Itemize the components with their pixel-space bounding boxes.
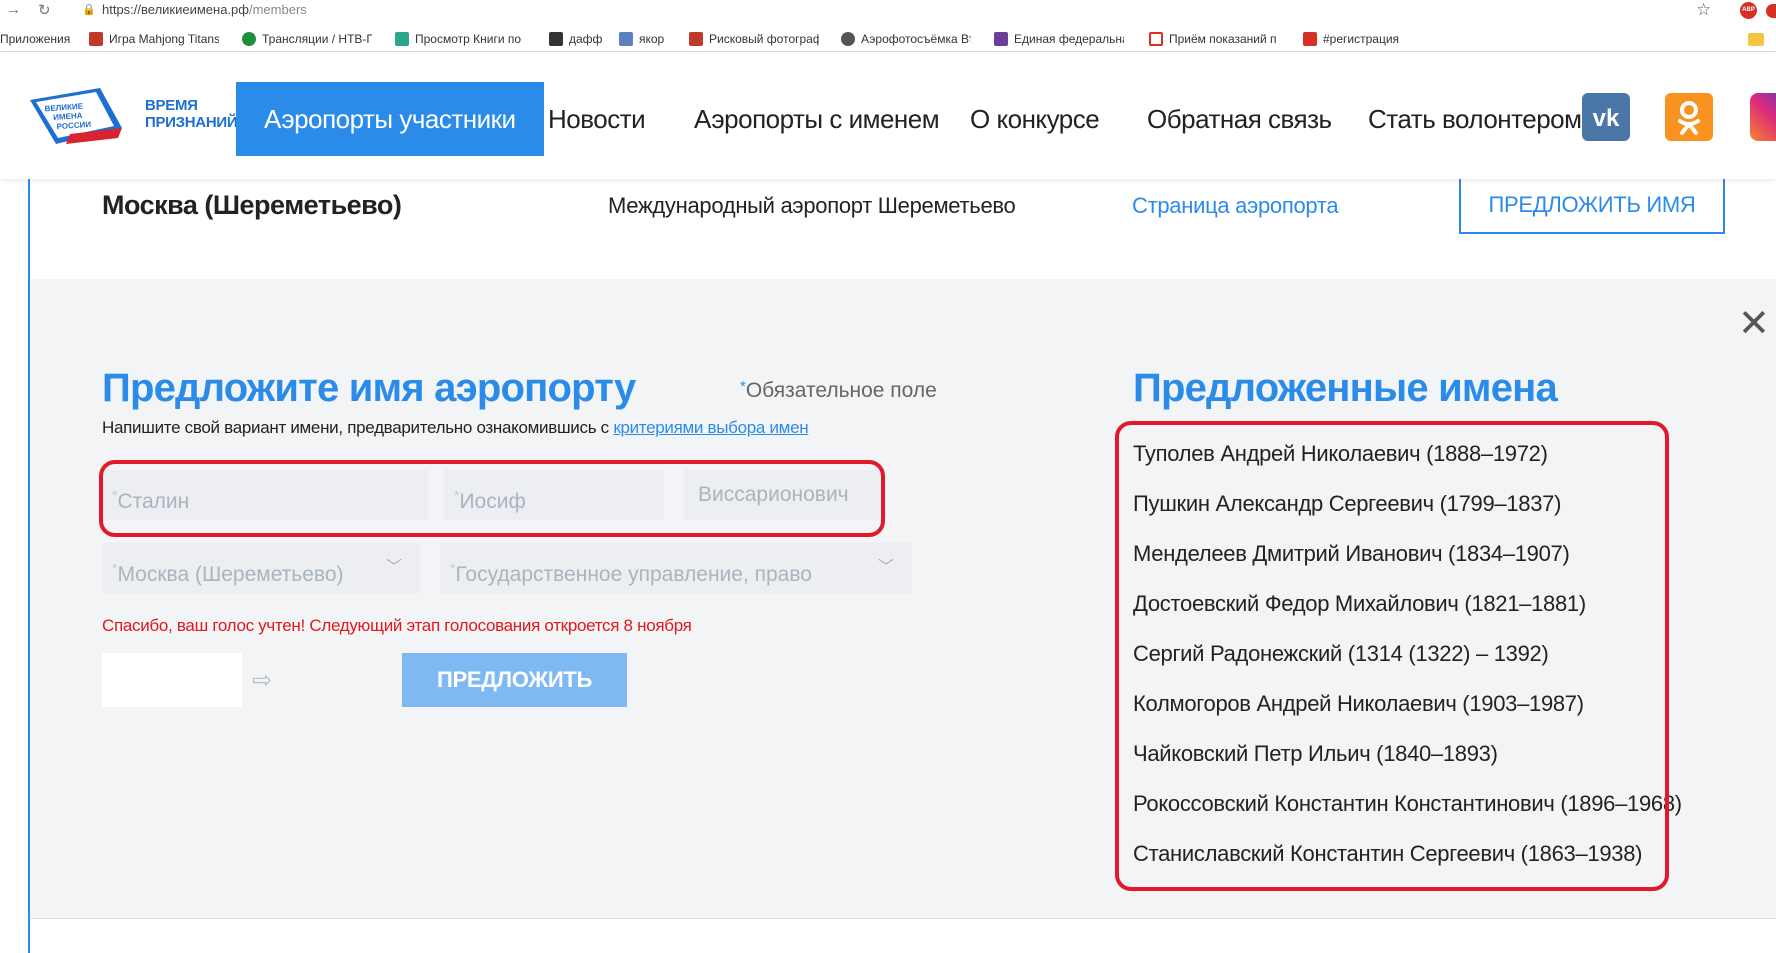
list-item: Туполев Андрей Николаевич (1888–1972) [1133,441,1548,466]
bookmark-favicon-icon [89,32,103,46]
site-header: ВЕЛИКИЕ ИМЕНА РОССИИ ВРЕМЯ ПРИЗНАНИЙ! Аэ… [0,53,1776,179]
bookmark-item[interactable]: Аэрофотосъёмка Вт [841,32,971,50]
bookmark-apps[interactable]: Приложения [0,32,70,50]
category-select-value: Государственное управление, право [455,563,812,586]
browser-url-bar: → ↻ 🔒 https://великиеимена.рф/members ☆ … [0,0,1776,22]
list-item: Пушкин Александр Сергеевич (1799–1837) [1133,491,1562,516]
bookmark-item[interactable]: Просмотр Книги по [395,32,521,50]
odnoklassniki-icon[interactable] [1665,93,1713,141]
bookmark-favicon-icon [549,32,563,46]
first-name-value: Иосиф [459,490,526,513]
bookmark-item[interactable]: Игра Mahjong Titans [89,32,219,50]
list-item: Достоевский Федор Михайлович (1821–1881) [1133,591,1586,616]
svg-text:vk: vk [1593,105,1620,132]
bookmark-item[interactable]: якор [619,32,664,50]
category-select[interactable]: *Государственное управление, право ﹀ [440,543,912,593]
list-item: Колмогоров Андрей Николаевич (1903–1987) [1133,691,1584,716]
reload-icon[interactable]: ↻ [38,1,51,19]
logo-caption: ВРЕМЯ ПРИЗНАНИЙ! [145,97,242,131]
bookmark-favicon-icon [395,32,409,46]
middle-name-value: Виссарионович [698,483,849,506]
list-item: Станиславский Константин Сергеевич (1863… [1133,841,1643,866]
list-item: Сергий Радонежский (1314 (1322) – 1392) [1133,641,1549,666]
vk-icon[interactable]: vk [1582,93,1630,141]
adblock-extension-icon[interactable]: ABP [1740,2,1757,19]
address-field[interactable]: https://великиеимена.рф/members [102,2,307,17]
captcha-image [102,653,242,707]
airport-select[interactable]: *Москва (Шереметьево) ﹀ [102,543,420,593]
back-arrow-icon[interactable]: → [6,1,21,18]
airport-page-link[interactable]: Страница аэропорта [1132,193,1339,219]
form-title: Предложите имя аэропорту [102,366,636,410]
folder-icon[interactable] [1748,33,1764,46]
bookmark-item[interactable]: Приём показаний п [1149,32,1277,50]
bookmark-favicon-icon [619,32,633,46]
bookmark-item[interactable]: дафф [549,32,602,50]
list-item: Чайковский Петр Ильич (1840–1893) [1133,741,1498,766]
airport-city: Москва (Шереметьево) [102,190,402,220]
nav-airports-with-name[interactable]: Аэропорты с именем [694,82,940,156]
last-name-field[interactable]: *Сталин [102,470,428,520]
vote-confirmation-message: Спасибо, ваш голос учтен! Следующий этап… [102,616,692,635]
logo-caption-line1: ВРЕМЯ [145,97,198,114]
airport-full-name: Международный аэропорт Шереметьево [608,193,1016,218]
required-note: *Обязательное поле [740,378,937,402]
middle-name-field[interactable]: Виссарионович [684,470,880,520]
bookmark-favicon-icon [994,32,1008,46]
last-name-value: Сталин [117,490,190,513]
bookmark-star-icon[interactable]: ☆ [1696,0,1711,20]
list-item: Менделеев Дмитрий Иванович (1834–1907) [1133,541,1570,566]
lock-icon: 🔒 [82,4,96,16]
chevron-down-icon: ﹀ [385,559,402,576]
nav-about-contest[interactable]: О конкурсе [970,82,1100,156]
form-hint: Напишите свой вариант имени, предварител… [102,418,809,437]
airport-select-value: Москва (Шереметьево) [117,563,344,586]
chevron-down-icon: ﹀ [877,559,894,576]
logo-caption-line2: ПРИЗНАНИЙ! [145,114,243,131]
nav-volunteer[interactable]: Стать волонтером [1368,82,1582,156]
bookmark-favicon-icon [242,32,256,46]
bookmark-favicon-icon [1303,32,1317,46]
bookmark-favicon-icon [1149,32,1163,46]
bookmark-item[interactable]: Рисковый фотограф [689,32,819,50]
instagram-icon[interactable] [1750,93,1776,141]
nav-news[interactable]: Новости [548,82,646,156]
criteria-link[interactable]: критериями выбора имен [613,418,808,437]
bookmark-item[interactable]: Единая федеральная [994,32,1124,50]
url-host: https://великиеимена.рф [102,2,249,17]
nav-airports-participants[interactable]: Аэропорты участники [236,82,544,156]
bookmark-item[interactable]: #регистрация [1303,32,1399,50]
list-item: Рокоссовский Константин Константинович (… [1133,791,1682,816]
captcha-refresh-icon[interactable]: ⇨ [252,666,272,695]
bookmark-favicon-icon [689,32,703,46]
site-logo[interactable]: ВЕЛИКИЕ ИМЕНА РОССИИ [30,88,122,144]
first-name-field[interactable]: *Иосиф [444,470,664,520]
propose-name-button[interactable]: ПРЕДЛОЖИТЬ ИМЯ [1459,178,1725,234]
extension-icon[interactable] [1766,4,1776,18]
accent-left-line [28,179,30,953]
bookmark-item[interactable]: Трансляции / НТВ-П [242,32,372,50]
url-path: /members [248,2,307,17]
suggested-names-title: Предложенные имена [1133,366,1558,410]
bookmark-favicon-icon [841,32,855,46]
bookmarks-bar: Приложения Игра Mahjong Titans Трансляци… [0,28,1776,52]
submit-button[interactable]: ПРЕДЛОЖИТЬ [402,653,627,707]
close-icon[interactable]: ✕ [1738,305,1770,343]
suggested-names-list: Туполев Андрей Николаевич (1888–1972) Пу… [1133,432,1682,882]
nav-feedback[interactable]: Обратная связь [1147,82,1332,156]
